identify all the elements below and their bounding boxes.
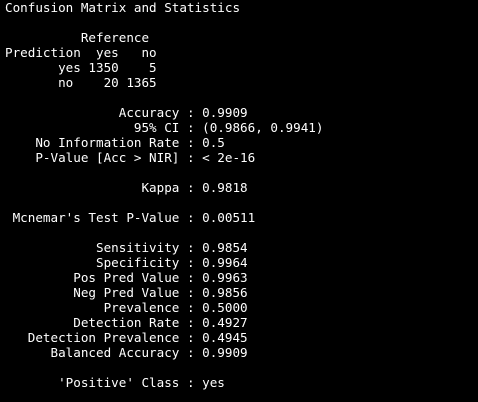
stat-positive-class: 'Positive' Class : yes [5, 375, 225, 390]
matrix-row-yes: yes 1350 5 [5, 60, 157, 75]
stat-p-value: P-Value [Acc > NIR] : < 2e-16 [5, 150, 256, 165]
stat-95-ci: 95% CI : (0.9866, 0.9941) [5, 120, 324, 135]
stat-detection-rate: Detection Rate : 0.4927 [5, 315, 248, 330]
stat-pos-pred-value: Pos Pred Value : 0.9963 [5, 270, 248, 285]
matrix-row-no: no 20 1365 [5, 75, 157, 90]
stat-mcnemar-p-value: Mcnemar's Test P-Value : 0.00511 [5, 210, 256, 225]
matrix-reference-header: Reference [5, 30, 150, 45]
stat-sensitivity: Sensitivity : 0.9854 [5, 240, 248, 255]
stat-detection-prevalence: Detection Prevalence : 0.4945 [5, 330, 248, 345]
console-text-block: Confusion Matrix and Statistics Referenc… [5, 0, 323, 390]
stat-no-information-rate: No Information Rate : 0.5 [5, 135, 225, 150]
stat-kappa: Kappa : 0.9818 [5, 180, 248, 195]
stat-neg-pred-value: Neg Pred Value : 0.9856 [5, 285, 248, 300]
stat-balanced-accuracy: Balanced Accuracy : 0.9909 [5, 345, 248, 360]
stat-prevalence: Prevalence : 0.5000 [5, 300, 248, 315]
r-console-output: Confusion Matrix and Statistics Referenc… [0, 0, 478, 402]
matrix-column-header: Prediction yes no [5, 45, 157, 60]
stat-specificity: Specificity : 0.9964 [5, 255, 248, 270]
console-title-line: Confusion Matrix and Statistics [5, 0, 241, 15]
stat-accuracy: Accuracy : 0.9909 [5, 105, 248, 120]
